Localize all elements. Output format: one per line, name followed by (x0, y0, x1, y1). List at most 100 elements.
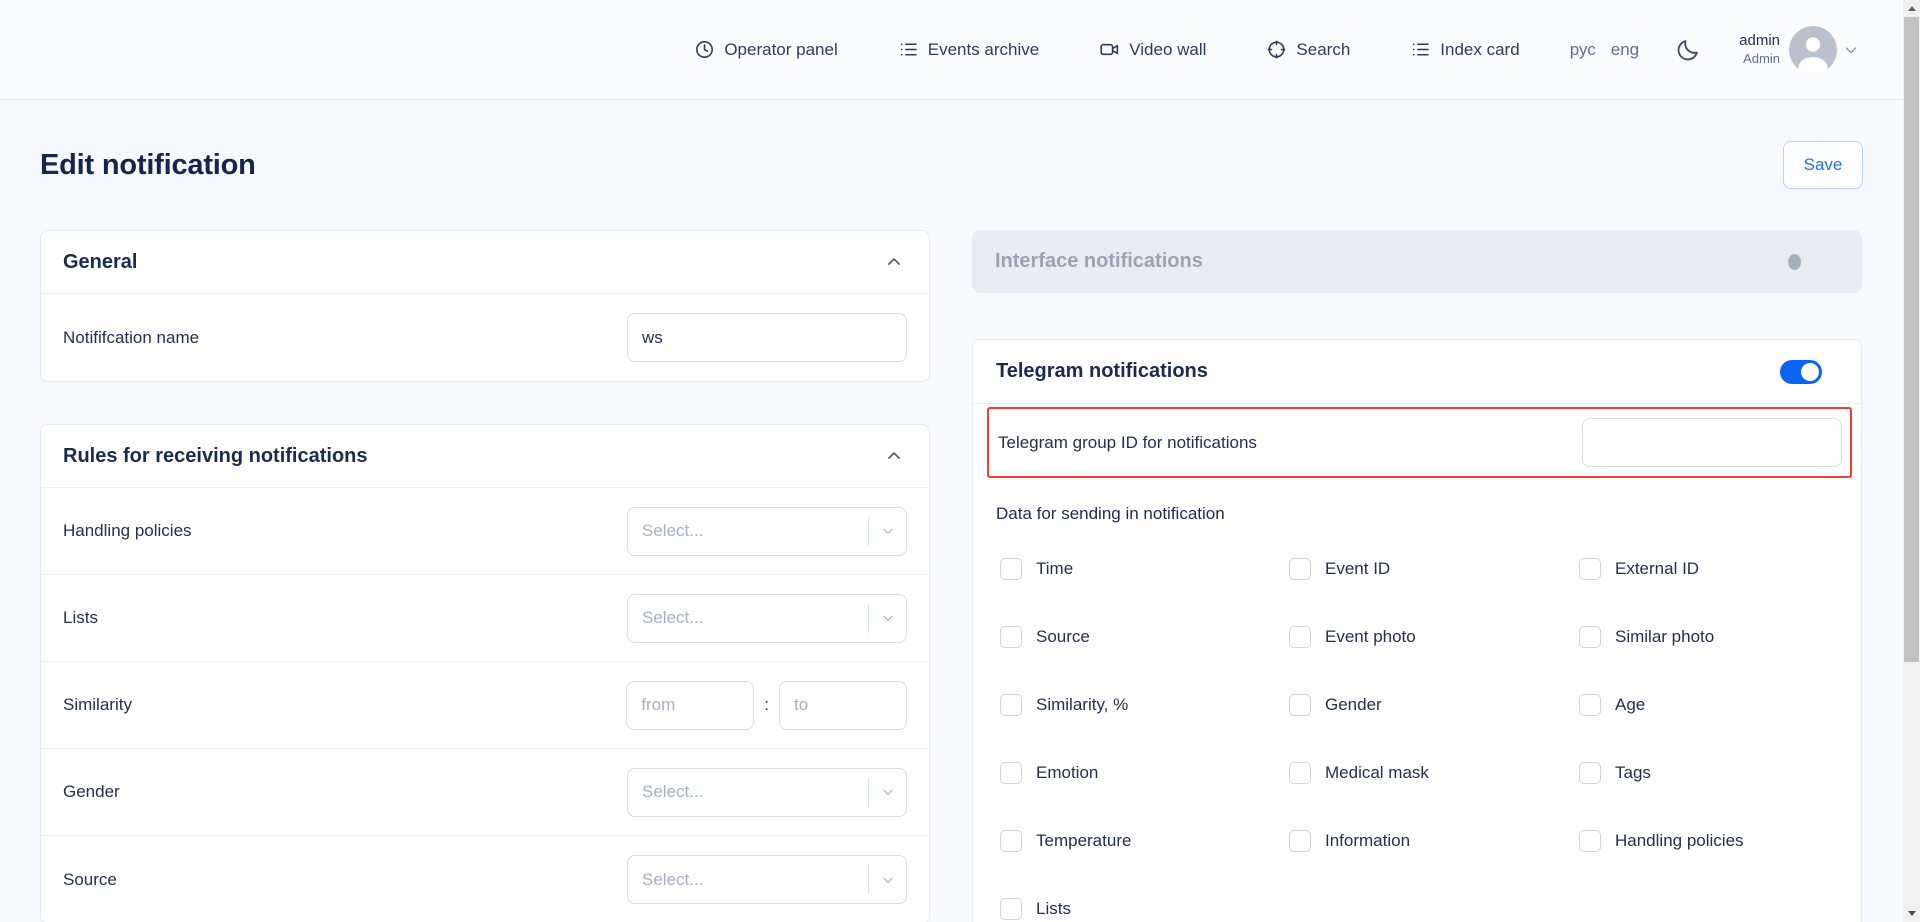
dark-mode-toggle[interactable] (1675, 37, 1701, 63)
checkbox[interactable] (1289, 626, 1311, 648)
checkbox-item-source[interactable]: Source (1000, 626, 1289, 648)
interface-notifications-bar[interactable]: Interface notifications (972, 230, 1862, 293)
main-menu: Operator panel Events archive Video wall… (694, 39, 1519, 60)
checkbox-item-similar-photo[interactable]: Similar photo (1579, 626, 1862, 648)
general-section: General Notififcation name (40, 230, 930, 382)
telegram-notifications-toggle[interactable] (1780, 360, 1822, 384)
handling-policies-label: Handling policies (63, 521, 192, 541)
scrollbar-down-arrow[interactable] (1903, 905, 1920, 922)
checkbox[interactable] (1289, 694, 1311, 716)
checkbox-item-information[interactable]: Information (1289, 830, 1579, 852)
avatar[interactable] (1789, 26, 1837, 74)
interface-notifications-title: Interface notifications (995, 250, 1203, 273)
gender-select[interactable]: Select... (627, 768, 907, 817)
disabled-indicator-dot (1788, 254, 1801, 270)
checkbox-item-time[interactable]: Time (1000, 558, 1289, 580)
checkbox-item-temperature[interactable]: Temperature (1000, 830, 1289, 852)
lists-select[interactable]: Select... (627, 594, 907, 643)
checkbox[interactable] (1289, 762, 1311, 784)
language-option-eng[interactable]: eng (1611, 40, 1639, 60)
handling-policies-select[interactable]: Select... (627, 507, 907, 556)
section-title: Rules for receiving notifications (63, 445, 368, 468)
checkbox-label: Time (1036, 559, 1073, 579)
page-head: Edit notification Save (0, 141, 1920, 189)
source-row: Source Select... (41, 836, 929, 922)
scrollbar-up-arrow[interactable] (1903, 0, 1920, 17)
chevron-up-icon[interactable] (884, 446, 904, 466)
checkbox[interactable] (1000, 626, 1022, 648)
user-role: Admin (1739, 51, 1780, 68)
checkbox-label: Emotion (1036, 763, 1098, 783)
checkbox[interactable] (1000, 558, 1022, 580)
nav-item-index-card[interactable]: Index card (1410, 39, 1519, 60)
telegram-section-title: Telegram notifications (996, 360, 1208, 383)
user-name: admin (1739, 31, 1780, 51)
notification-data-checkbox-grid: Time Event ID External ID Source Event p… (1000, 558, 1861, 922)
telegram-group-id-input[interactable] (1582, 418, 1842, 467)
checkbox[interactable] (1579, 762, 1601, 784)
checkbox-label: External ID (1615, 559, 1699, 579)
checkbox[interactable] (1000, 830, 1022, 852)
checkbox-label: Handling policies (1615, 831, 1744, 851)
telegram-notifications-section: Telegram notifications Telegram group ID… (972, 339, 1862, 922)
checkbox[interactable] (1000, 762, 1022, 784)
save-button[interactable]: Save (1783, 141, 1863, 189)
user-info[interactable]: admin Admin (1739, 31, 1780, 67)
checkbox-item-handling-policies[interactable]: Handling policies (1579, 830, 1862, 852)
source-label: Source (63, 870, 117, 890)
nav-item-search[interactable]: Search (1266, 39, 1350, 60)
checkbox-item-tags[interactable]: Tags (1579, 762, 1862, 784)
checkbox-item-similarity[interactable]: Similarity, % (1000, 694, 1289, 716)
scrollbar-thumb[interactable] (1904, 17, 1919, 662)
nav-item-label: Video wall (1129, 40, 1206, 60)
checkbox[interactable] (1000, 694, 1022, 716)
telegram-section-header: Telegram notifications (973, 340, 1861, 404)
notification-name-input[interactable] (627, 313, 907, 362)
checkbox[interactable] (1579, 830, 1601, 852)
checkbox-item-external-id[interactable]: External ID (1579, 558, 1862, 580)
checkbox[interactable] (1579, 558, 1601, 580)
checkbox-label: Similar photo (1615, 627, 1714, 647)
chevron-down-icon (869, 872, 906, 888)
video-camera-icon (1099, 39, 1120, 60)
select-placeholder: Select... (628, 782, 868, 802)
nav-item-operator-panel[interactable]: Operator panel (694, 39, 837, 60)
source-select[interactable]: Select... (627, 855, 907, 904)
checkbox-item-medical-mask[interactable]: Medical mask (1289, 762, 1579, 784)
similarity-from-input[interactable] (626, 681, 754, 730)
telegram-group-id-label: Telegram group ID for notifications (998, 433, 1257, 453)
checkbox-label: Lists (1036, 899, 1071, 919)
user-menu-chevron-down-icon[interactable] (1842, 41, 1860, 59)
checkbox[interactable] (1000, 898, 1022, 920)
language-switcher: рус eng (1570, 40, 1639, 60)
checkbox[interactable] (1289, 558, 1311, 580)
checkbox-label: Temperature (1036, 831, 1131, 851)
nav-item-video-wall[interactable]: Video wall (1099, 39, 1206, 60)
checkbox-item-lists[interactable]: Lists (1000, 898, 1289, 920)
vertical-scrollbar[interactable] (1903, 0, 1920, 922)
language-option-rus[interactable]: рус (1570, 40, 1596, 60)
checkbox[interactable] (1579, 626, 1601, 648)
checkbox-item-event-photo[interactable]: Event photo (1289, 626, 1579, 648)
nav-item-events-archive[interactable]: Events archive (898, 39, 1040, 60)
notification-name-label: Notififcation name (63, 328, 199, 348)
gender-label: Gender (63, 782, 120, 802)
rules-section: Rules for receiving notifications Handli… (40, 424, 930, 922)
moon-icon (1675, 37, 1701, 63)
section-title: General (63, 251, 137, 274)
checkbox-item-emotion[interactable]: Emotion (1000, 762, 1289, 784)
checkbox-item-age[interactable]: Age (1579, 694, 1862, 716)
checkbox-item-event-id[interactable]: Event ID (1289, 558, 1579, 580)
general-section-header: General (41, 231, 929, 294)
checkbox-item-gender[interactable]: Gender (1289, 694, 1579, 716)
select-placeholder: Select... (628, 608, 868, 628)
lists-row: Lists Select... (41, 575, 929, 662)
checkbox[interactable] (1289, 830, 1311, 852)
checkbox[interactable] (1579, 694, 1601, 716)
select-placeholder: Select... (628, 870, 868, 890)
chevron-up-icon[interactable] (884, 252, 904, 272)
toggle-knob (1801, 363, 1819, 381)
rules-section-header: Rules for receiving notifications (41, 425, 929, 488)
nav-item-label: Index card (1440, 40, 1519, 60)
similarity-to-input[interactable] (779, 681, 907, 730)
